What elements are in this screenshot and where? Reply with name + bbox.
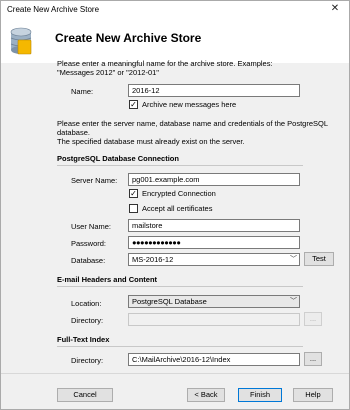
database-value: MS-2016-12 xyxy=(132,255,174,264)
dialog-body: Please enter a meaningful name for the a… xyxy=(1,59,349,373)
dialog-header: Create New Archive Store xyxy=(1,19,349,63)
email-headers-section-title: E-mail Headers and Content xyxy=(57,275,158,284)
test-button[interactable]: Test xyxy=(304,252,334,266)
encrypted-connection-checkbox[interactable]: ✓ xyxy=(129,189,138,198)
intro-line-2: "Messages 2012" or "2012-01" xyxy=(57,68,159,77)
fulltext-browse-button[interactable]: ... xyxy=(304,352,322,366)
database-label: Database: xyxy=(71,256,106,265)
title-bar: Create New Archive Store ✕ xyxy=(1,1,349,19)
headers-directory-input xyxy=(128,313,300,326)
page-title: Create New Archive Store xyxy=(55,31,202,45)
name-label: Name: xyxy=(71,87,94,96)
postgres-section-title: PostgreSQL Database Connection xyxy=(57,154,179,163)
email-headers-divider xyxy=(57,286,303,287)
fulltext-section-title: Full-Text Index xyxy=(57,335,110,344)
password-input[interactable]: ●●●●●●●●●●●● xyxy=(128,236,300,249)
name-input[interactable]: 2016-12 xyxy=(128,84,300,97)
accept-certificates-label: Accept all certificates xyxy=(142,204,213,213)
password-label: Password: xyxy=(71,239,107,248)
headers-browse-button: ... xyxy=(304,312,322,326)
database-select[interactable]: MS-2016-12 ﹀ xyxy=(128,253,300,266)
db-intro-text: Please enter the server name, database n… xyxy=(57,119,349,146)
window-title: Create New Archive Store xyxy=(7,5,100,14)
fulltext-directory-input[interactable]: C:\MailArchive\2016-12\Index xyxy=(128,353,300,366)
postgres-divider xyxy=(57,165,303,166)
location-value: PostgreSQL Database xyxy=(132,297,207,306)
server-name-label: Server Name: xyxy=(71,176,118,185)
user-name-input[interactable]: mailstore xyxy=(128,219,300,232)
archive-new-checkbox[interactable]: ✓ xyxy=(129,100,138,109)
fulltext-directory-label: Directory: xyxy=(71,356,104,365)
fulltext-divider xyxy=(57,346,303,347)
chevron-down-icon: ﹀ xyxy=(290,256,297,263)
finish-button[interactable]: Finish xyxy=(238,388,282,402)
server-name-input[interactable]: pg001.example.com xyxy=(128,173,300,186)
cancel-button[interactable]: Cancel xyxy=(57,388,113,402)
headers-directory-label: Directory: xyxy=(71,316,104,325)
dialog-footer: Cancel < Back Finish Help xyxy=(1,373,349,409)
close-button[interactable]: ✕ xyxy=(321,1,349,17)
accept-certificates-checkbox[interactable] xyxy=(129,204,138,213)
location-select[interactable]: PostgreSQL Database ﹀ xyxy=(128,295,300,308)
back-button[interactable]: < Back xyxy=(187,388,225,402)
db-intro-line-2: The specified database must already exis… xyxy=(57,137,245,146)
intro-text: Please enter a meaningful name for the a… xyxy=(57,59,273,77)
db-intro-line-1: Please enter the server name, database n… xyxy=(57,119,328,137)
location-label: Location: xyxy=(71,299,102,308)
help-button[interactable]: Help xyxy=(293,388,333,402)
dialog-window: Create New Archive Store ✕ Create New Ar… xyxy=(0,0,350,410)
archive-new-label: Archive new messages here xyxy=(142,100,237,109)
database-icon xyxy=(10,27,32,55)
chevron-down-icon: ﹀ xyxy=(290,298,297,305)
encrypted-connection-label: Encrypted Connection xyxy=(142,189,216,198)
intro-line-1: Please enter a meaningful name for the a… xyxy=(57,59,273,68)
user-name-label: User Name: xyxy=(71,222,112,231)
